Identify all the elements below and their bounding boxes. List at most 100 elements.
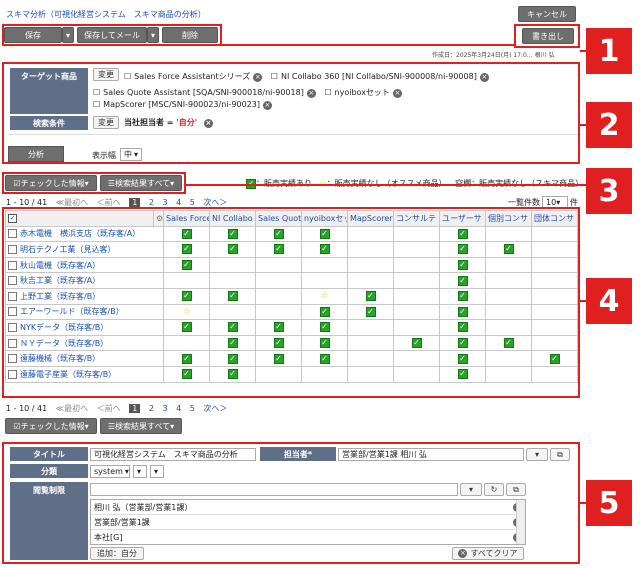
sales-check-icon: ✓ bbox=[273, 228, 284, 239]
page-5[interactable]: 5 bbox=[190, 404, 195, 413]
row-checkbox[interactable] bbox=[8, 354, 17, 364]
owner-label: 担当者* bbox=[260, 447, 336, 461]
customer-link[interactable]: 明石テクノ工業（見込客） bbox=[20, 245, 116, 254]
column-header[interactable]: 個別コンサ bbox=[485, 210, 532, 227]
customer-link[interactable]: 遠藤機械（既存客/B） bbox=[20, 354, 100, 363]
copy-icon[interactable]: ⧉ bbox=[550, 448, 570, 461]
customer-link[interactable]: 秋吉工業（既存客/A） bbox=[20, 276, 100, 285]
mark-cell: ✓ bbox=[209, 365, 256, 383]
column-header[interactable]: Sales Quot bbox=[255, 210, 302, 227]
mark-cell: ✓ bbox=[301, 225, 348, 243]
remove-icon[interactable]: × bbox=[262, 100, 272, 110]
mark-cell bbox=[347, 225, 394, 243]
callout-5: 5 bbox=[586, 480, 632, 526]
checked-info-button-bottom[interactable]: ☑ チェックした情報 ▾ bbox=[5, 418, 97, 434]
page-5[interactable]: 5 bbox=[190, 198, 195, 207]
page-3[interactable]: 3 bbox=[163, 404, 168, 413]
customer-link[interactable]: 秋山電機（既存客/A） bbox=[20, 261, 100, 270]
owner-dropdown-icon[interactable]: ▾ bbox=[526, 448, 548, 461]
row-checkbox[interactable] bbox=[8, 229, 17, 239]
search-condition: 当社担当者 = '自分' × bbox=[124, 118, 213, 128]
owner-input[interactable]: 営業部/営業1課 相川 弘 bbox=[338, 448, 524, 461]
settings-header[interactable]: ⚙ bbox=[153, 210, 164, 227]
table-row: 秋山電機（既存客/A） ✓ ✓ bbox=[5, 256, 578, 274]
customer-link[interactable]: エアーワールド（既存客/B） bbox=[20, 307, 124, 316]
select-all-header[interactable]: ✓ bbox=[5, 210, 154, 227]
page-2[interactable]: 2 bbox=[149, 198, 154, 207]
mark-cell: ✓ bbox=[255, 241, 302, 258]
category-select[interactable]: system ▾ bbox=[90, 465, 130, 478]
mark-cell bbox=[209, 256, 256, 274]
row-checkbox[interactable] bbox=[8, 260, 17, 270]
mark-cell: ✓ bbox=[439, 272, 486, 289]
customer-link[interactable]: 赤木電機 横浜支店（既存客/A） bbox=[20, 229, 140, 238]
page-1[interactable]: 1 bbox=[129, 198, 141, 207]
copy-icon-2[interactable]: ⧉ bbox=[506, 483, 526, 496]
mark-cell bbox=[531, 303, 578, 321]
column-header[interactable]: MapScorer bbox=[347, 210, 394, 227]
remove-condition-icon[interactable]: × bbox=[203, 119, 213, 128]
mark-cell bbox=[163, 272, 210, 289]
customer-link[interactable]: 遠藤電子産業（既存客/B） bbox=[20, 370, 116, 379]
remove-icon[interactable]: × bbox=[479, 72, 489, 82]
target-products-label: ターゲット商品 bbox=[10, 68, 88, 114]
page-2[interactable]: 2 bbox=[149, 404, 154, 413]
row-checkbox[interactable] bbox=[8, 276, 17, 286]
subcategory2-select[interactable]: ▾ bbox=[150, 465, 164, 478]
table-row: 上野工業（既存客/B） ✓ ✓ ☆ ✓ ✓ bbox=[5, 287, 578, 305]
select-all-checkbox[interactable]: ✓ bbox=[8, 214, 17, 224]
subcategory-select[interactable]: ▾ bbox=[133, 465, 147, 478]
mark-cell bbox=[393, 225, 440, 243]
column-header[interactable]: ユーザーサ bbox=[439, 210, 486, 227]
mark-cell: ☆ bbox=[163, 303, 210, 321]
sales-check-icon: ✓ bbox=[319, 306, 330, 317]
mark-cell: ✓ bbox=[439, 241, 486, 258]
width-select[interactable]: 中 ▾ bbox=[120, 148, 142, 161]
page-4[interactable]: 4 bbox=[176, 404, 181, 413]
access-dropdown-icon[interactable]: ▾ bbox=[460, 483, 482, 496]
customer-link[interactable]: 上野工業（既存客/B） bbox=[20, 292, 100, 301]
row-checkbox[interactable] bbox=[8, 338, 17, 348]
sales-check-icon: ✓ bbox=[273, 244, 284, 255]
page-3[interactable]: 3 bbox=[163, 198, 168, 207]
access-scrollbar[interactable] bbox=[516, 500, 525, 544]
mark-cell: ✓ bbox=[439, 287, 486, 305]
page-1[interactable]: 1 bbox=[129, 404, 141, 413]
analyze-tab[interactable]: 分析 bbox=[8, 146, 64, 162]
next-page-link[interactable]: 次へ＞ bbox=[203, 198, 227, 207]
row-checkbox[interactable] bbox=[8, 244, 17, 254]
table-row: 遠藤機械（既存客/B） ✓ ✓ ✓ ✓ ✓ ✓ bbox=[5, 350, 578, 367]
table-row: 明石テクノ工業（見込客） ✓ ✓ ✓ ✓ ✓ ✓ bbox=[5, 241, 578, 258]
checked-info-button[interactable]: ☑ チェックした情報 ▾ bbox=[5, 175, 97, 191]
row-checkbox[interactable] bbox=[8, 322, 17, 332]
mark-cell bbox=[485, 272, 532, 289]
mark-cell: ✓ bbox=[209, 319, 256, 336]
row-checkbox[interactable] bbox=[8, 369, 17, 379]
sales-check-icon: ✓ bbox=[365, 306, 376, 317]
remove-icon[interactable]: × bbox=[253, 72, 263, 82]
all-results-button[interactable]: ☰ 検索結果すべて ▾ bbox=[100, 175, 182, 191]
cancel-button[interactable]: キャンセル bbox=[518, 6, 576, 22]
clear-all-button[interactable]: × すべてクリア bbox=[452, 547, 524, 560]
column-header[interactable]: Sales Force bbox=[163, 210, 210, 227]
refresh-icon[interactable]: ↻ bbox=[484, 483, 504, 496]
customer-link[interactable]: ＮＹデータ（既存客/B） bbox=[20, 339, 108, 348]
change-target-button[interactable]: 変更 bbox=[93, 68, 119, 81]
change-conditions-button[interactable]: 変更 bbox=[93, 116, 119, 129]
row-checkbox[interactable] bbox=[8, 307, 17, 317]
column-header[interactable]: 団体コンサ bbox=[531, 210, 578, 227]
column-header[interactable]: nyoiboxセッ bbox=[301, 210, 348, 227]
column-header[interactable]: NI Collabo bbox=[209, 210, 256, 227]
mark-cell: ✓ bbox=[209, 287, 256, 305]
row-checkbox[interactable] bbox=[8, 291, 17, 301]
gear-icon[interactable]: ⚙ bbox=[156, 214, 163, 223]
access-input[interactable] bbox=[90, 483, 458, 496]
column-header[interactable]: コンサルテ bbox=[393, 210, 440, 227]
next-page-link[interactable]: 次へ＞ bbox=[203, 404, 227, 413]
add-self-button[interactable]: 追加：自分 bbox=[90, 547, 144, 560]
all-results-button-bottom[interactable]: ☰ 検索結果すべて ▾ bbox=[100, 418, 182, 434]
mark-cell bbox=[393, 272, 440, 289]
title-input[interactable]: 可視化経営システム スキマ商品の分析 bbox=[90, 448, 256, 461]
customer-link[interactable]: NYKデータ（既存客/B） bbox=[20, 323, 108, 332]
page-4[interactable]: 4 bbox=[176, 198, 181, 207]
